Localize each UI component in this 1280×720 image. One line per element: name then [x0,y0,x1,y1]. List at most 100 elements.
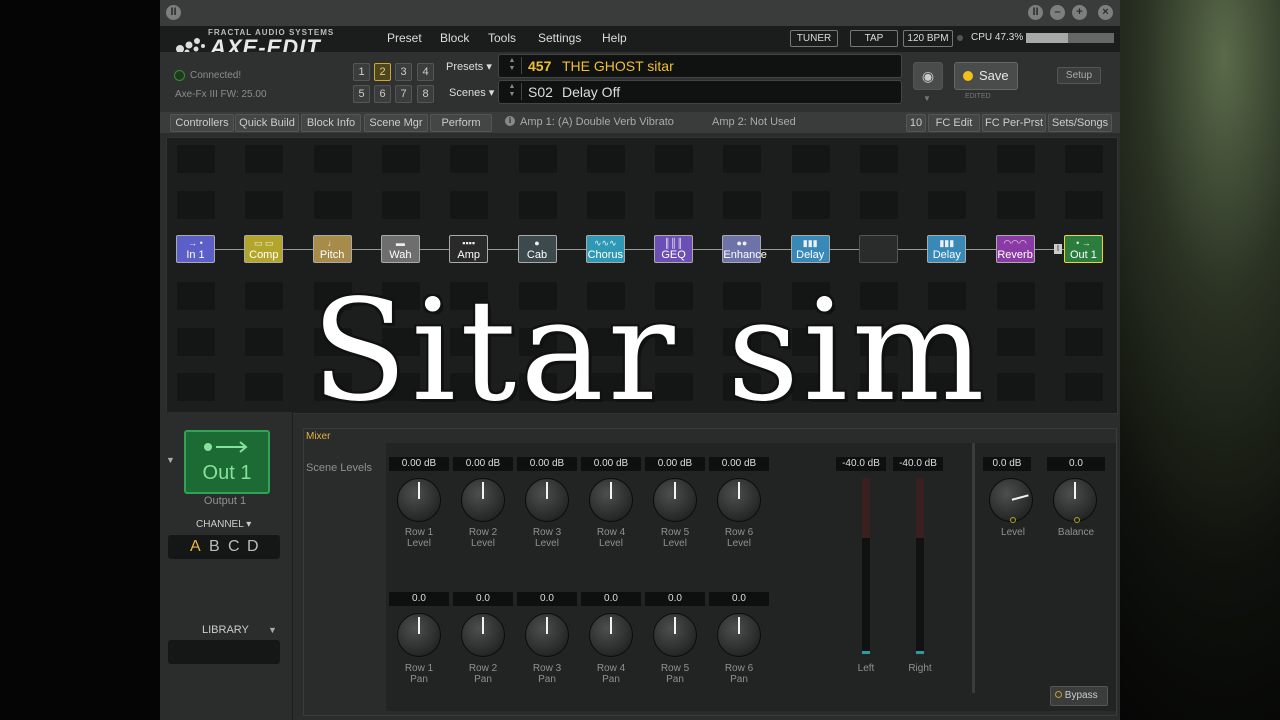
quick-build-button[interactable]: Quick Build [235,114,299,132]
scene-mgr-button[interactable]: Scene Mgr [364,114,428,132]
grid-cell[interactable] [860,191,898,219]
block-wah[interactable]: ▬ Wah [380,235,420,263]
scenes-dropdown[interactable]: Scenes ▾ [449,86,494,99]
row-4-level-knob[interactable] [589,478,633,522]
fc-per-prst-button[interactable]: FC Per-Prst [982,114,1046,132]
minimize-icon[interactable]: – [1050,5,1065,20]
block-chorus[interactable]: ∿∿∿ Chorus [585,235,625,263]
grid-cell[interactable] [1064,373,1103,401]
row-2-level-knob[interactable] [461,478,505,522]
output-block-card[interactable]: Out 1 [184,430,270,494]
menu-tools[interactable]: Tools [488,31,516,45]
scene-display[interactable]: ▲ ▼ S02 Delay Off [498,80,902,104]
save-button[interactable]: Save [954,62,1018,90]
row-3-level-knob[interactable] [525,478,569,522]
setup-button[interactable]: Setup [1057,67,1101,84]
row-1-pan-knob[interactable] [397,613,441,657]
channel-a[interactable]: A [190,538,201,556]
menu-block[interactable]: Block [440,31,469,45]
preset-display[interactable]: ▲ ▼ 457 THE GHOST sitar [498,54,902,78]
block-empty[interactable] [859,235,898,263]
preset-button-7[interactable]: 7 [395,85,412,103]
grid-cell[interactable] [586,145,625,173]
grid-cell[interactable] [450,145,489,173]
perform-button[interactable]: Perform [430,114,492,132]
sets-songs-button[interactable]: Sets/Songs [1048,114,1112,132]
block-enhance[interactable]: ●● Enhance [722,235,767,263]
grid-cell[interactable] [450,191,489,219]
block-delay[interactable]: ▮▮▮ Delay [927,235,967,263]
grid-cell[interactable] [1064,145,1103,173]
grid-cell[interactable] [177,191,215,219]
row-1-level-knob[interactable] [397,478,441,522]
grid-cell[interactable] [586,191,625,219]
block-comp[interactable]: ▭ ▭ Comp [244,235,284,263]
row-4-pan-knob[interactable] [589,613,633,657]
close-icon[interactable]: × [1098,5,1113,20]
grid-cell[interactable] [1064,282,1103,310]
preset-button-5[interactable]: 5 [353,85,370,103]
bypass-button[interactable]: Bypass [1050,686,1108,706]
preset-button-2[interactable]: 2 [374,63,391,81]
preset-button-6[interactable]: 6 [374,85,391,103]
scene-updown-icon[interactable]: ▲ ▼ [503,83,522,100]
preset-button-1[interactable]: 1 [353,63,370,81]
block-cab[interactable]: ● Cab [517,235,557,263]
block-geq[interactable]: ║║║ GEQ [654,235,694,263]
bpm-display[interactable]: 120 BPM [903,30,953,47]
grid-cell[interactable] [791,191,830,219]
row-6-pan-knob[interactable] [717,613,761,657]
preset-button-3[interactable]: 3 [395,63,412,81]
sidebar-collapse-icon[interactable]: ▼ [166,455,175,465]
presets-dropdown[interactable]: Presets ▾ [446,60,492,73]
grid-cell[interactable] [655,191,694,219]
pause-icon[interactable]: II [166,5,181,20]
channel-c[interactable]: C [228,538,240,556]
grid-cell[interactable] [381,145,420,173]
maximize-icon[interactable]: + [1072,5,1087,20]
library-dropdown-icon[interactable]: ▼ [268,625,277,635]
grid-cell[interactable] [177,282,215,310]
block-delay[interactable]: ▮▮▮ Delay [790,235,830,263]
grid-cell[interactable] [791,145,830,173]
tuner-button[interactable]: TUNER [790,30,838,47]
fc-edit-button[interactable]: FC Edit [928,114,980,132]
row-5-pan-knob[interactable] [653,613,697,657]
block-info-button[interactable]: Block Info [301,114,361,132]
grid-cell[interactable] [518,191,557,219]
master-level-knob[interactable] [989,478,1033,522]
grid-cell[interactable] [313,191,352,219]
block-out-1[interactable]: • → Out 1 [1063,235,1103,263]
channel-d[interactable]: D [247,538,259,556]
grid-cell[interactable] [518,145,557,173]
tap-button[interactable]: TAP [850,30,898,47]
preset-button-8[interactable]: 8 [417,85,434,103]
row-2-pan-knob[interactable] [461,613,505,657]
grid-cell[interactable] [996,145,1035,173]
grid-cell[interactable] [177,145,215,173]
camera-dropdown-icon[interactable]: ▼ [923,94,931,103]
grid-cell[interactable] [860,145,898,173]
channel-b[interactable]: B [209,538,220,556]
camera-icon[interactable]: ◉ [913,62,943,90]
grid-cell[interactable] [245,191,284,219]
grid-cell[interactable] [177,373,215,401]
grid-cell[interactable] [1064,191,1103,219]
grid-cell[interactable] [245,145,284,173]
row-5-level-knob[interactable] [653,478,697,522]
window-pause-icon[interactable]: II [1028,5,1043,20]
controllers-button[interactable]: Controllers [170,114,234,132]
grid-cell[interactable] [381,191,420,219]
grid-cell[interactable] [313,145,352,173]
fc-count-button[interactable]: 10 [906,114,926,132]
preset-updown-icon[interactable]: ▲ ▼ [503,57,522,74]
row-3-pan-knob[interactable] [525,613,569,657]
menu-help[interactable]: Help [602,31,627,45]
menu-preset[interactable]: Preset [387,31,422,45]
block-in-1[interactable]: → • In 1 [176,235,215,263]
grid-cell[interactable] [655,145,694,173]
grid-cell[interactable] [928,145,967,173]
grid-cell[interactable] [723,145,762,173]
grid-cell[interactable] [723,191,762,219]
block-pitch[interactable]: ♩ Pitch [312,235,352,263]
